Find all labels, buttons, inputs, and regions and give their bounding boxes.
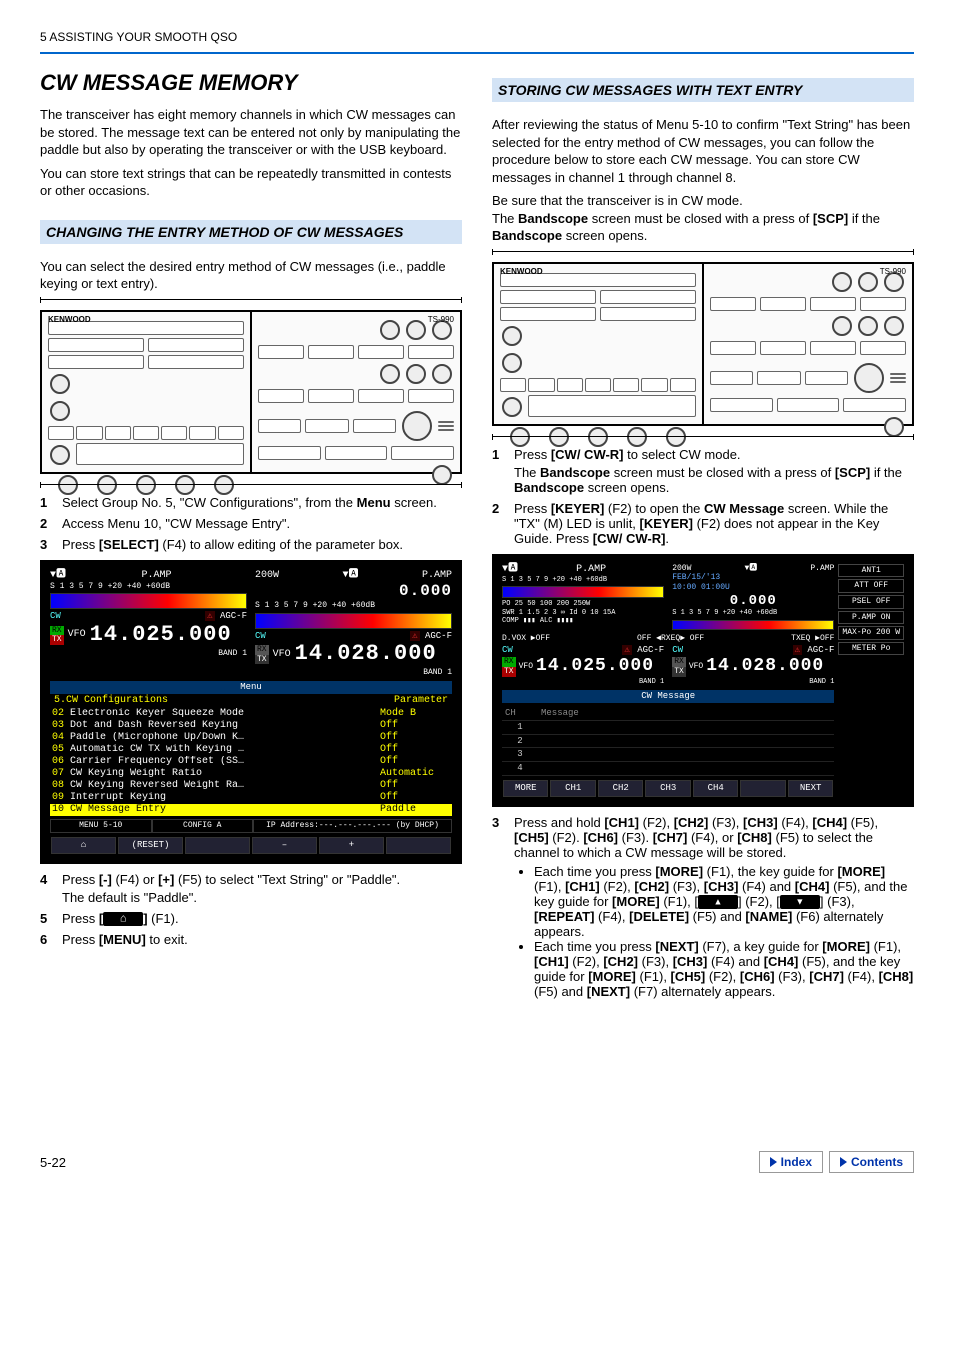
- diagram-top-rule: [40, 299, 462, 300]
- step-3: Press [SELECT] (F4) to allow editing of …: [62, 537, 403, 552]
- model-label: TS-990: [428, 315, 454, 324]
- index-button[interactable]: Index: [759, 1151, 823, 1173]
- step-1: Select Group No. 5, "CW Configurations",…: [62, 495, 437, 510]
- r-step-1: Press [CW/ CW-R] to select CW mode. The …: [514, 447, 914, 495]
- lcd-screenshot-cwmsg: ▼🅰P.AMP S 1 3 5 7 9 +20 +40 +60dB PO 25 …: [492, 554, 914, 807]
- subhead-storing: STORING CW MESSAGES WITH TEXT ENTRY: [492, 78, 914, 102]
- subhead-entry-method: CHANGING THE ENTRY METHOD OF CW MESSAGES: [40, 220, 462, 244]
- right-intro-2: Be sure that the transceiver is in CW mo…: [492, 192, 914, 245]
- down-arrow-icon: [780, 895, 820, 909]
- brand-label: KENWOOD: [48, 315, 91, 324]
- step-6: Press [MENU] to exit.: [62, 932, 188, 947]
- section-title: CW MESSAGE MEMORY: [40, 70, 462, 96]
- left-column: CW MESSAGE MEMORY The transceiver has ei…: [40, 64, 462, 1011]
- step-5: Press [] (F1).: [62, 911, 179, 927]
- triangle-icon: [770, 1157, 777, 1167]
- lcd-screenshot-menu: ▼🅰P.AMP S 1 3 5 7 9 +20 +40 +60dB CW⚠ AG…: [40, 560, 462, 864]
- right-intro-1: After reviewing the status of Menu 5-10 …: [492, 116, 914, 186]
- header-rule: [40, 52, 914, 54]
- home-icon: [103, 912, 143, 926]
- step-2: Access Menu 10, "CW Message Entry".: [62, 516, 290, 531]
- intro-para-1: The transceiver has eight memory channel…: [40, 106, 462, 159]
- page-header: 5 ASSISTING YOUR SMOOTH QSO: [40, 30, 914, 44]
- intro-para-3: You can select the desired entry method …: [40, 258, 462, 293]
- diagram-top-rule-r: [492, 251, 914, 252]
- r-step-3: Press and hold [CH1] (F2), [CH2] (F3), […: [514, 815, 914, 1004]
- transceiver-diagram: KENWOOD TS-990: [40, 310, 462, 474]
- diagram-bottom-rule: [40, 484, 462, 485]
- step-4: Press [-] (F4) or [+] (F5) to select "Te…: [62, 872, 400, 905]
- diagram-bottom-rule-r: [492, 436, 914, 437]
- model-label-r: TS-990: [880, 267, 906, 276]
- contents-button[interactable]: Contents: [829, 1151, 914, 1173]
- bullet-next: Each time you press [NEXT] (F7), a key g…: [534, 939, 914, 999]
- intro-para-2: You can store text strings that can be r…: [40, 165, 462, 200]
- up-arrow-icon: [698, 895, 738, 909]
- transceiver-diagram-right: KENWOOD TS-990: [492, 262, 914, 426]
- r-step-2: Press [KEYER] (F2) to open the CW Messag…: [514, 501, 914, 546]
- bullet-more: Each time you press [MORE] (F1), the key…: [534, 864, 914, 940]
- triangle-icon: [840, 1157, 847, 1167]
- brand-label-r: KENWOOD: [500, 267, 543, 276]
- page-number: 5-22: [40, 1155, 66, 1170]
- right-column: STORING CW MESSAGES WITH TEXT ENTRY Afte…: [492, 64, 914, 1011]
